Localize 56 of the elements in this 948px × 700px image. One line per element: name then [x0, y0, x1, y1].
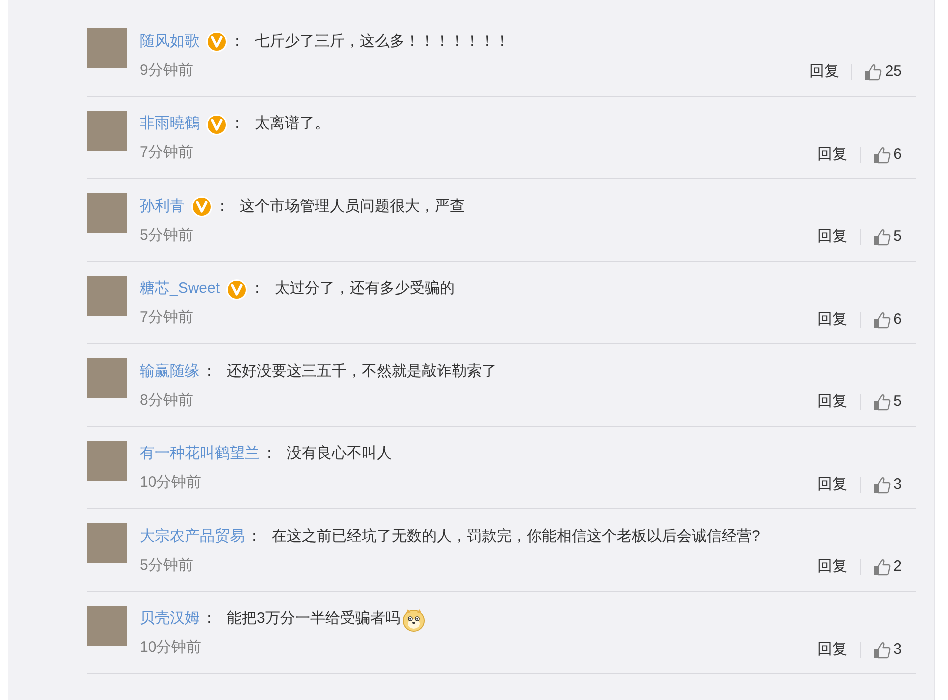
like-button[interactable]: 5 [872, 226, 902, 248]
comment-text: 七斤少了三斤，这么多！！！！！！！ [255, 32, 510, 52]
like-button[interactable]: 2 [872, 556, 902, 578]
like-button[interactable]: 3 [872, 474, 902, 496]
timestamp: 10分钟前 [140, 473, 202, 493]
like-button[interactable]: 5 [872, 391, 902, 414]
colon-text: ： [262, 444, 277, 464]
comment-text: 能把3万分一半给受骗者吗 [227, 609, 400, 630]
avatar-photo-placeholder[interactable] [87, 358, 127, 398]
reply-button[interactable]: 回复 [809, 61, 840, 84]
comment-text: 还好没要这三五千，不然就是敲诈勒索了 [227, 362, 497, 382]
avatar-photo-placeholder[interactable] [87, 276, 127, 316]
timestamp: 7分钟前 [140, 143, 194, 163]
comment-text: 这个市场管理人员问题很大，严查 [240, 196, 465, 217]
thumbs-up-icon [872, 558, 891, 576]
timestamp: 5分钟前 [140, 556, 194, 576]
thumbs-up-icon [872, 640, 891, 659]
colon-text: ： [250, 279, 266, 300]
reply-button[interactable]: 回复 [818, 144, 848, 166]
comment-text: 太过分了，还有多少受骗的 [275, 279, 456, 300]
timestamp: 9分钟前 [140, 60, 194, 80]
colon-text: ： [202, 362, 217, 382]
reply-button[interactable]: 回复 [818, 556, 848, 578]
colon-text: ： [215, 196, 230, 217]
like-button[interactable]: 6 [872, 144, 902, 166]
timestamp: 8分钟前 [140, 390, 194, 410]
thumbs-up-icon [872, 476, 891, 494]
comment-text: 没有良心不叫人 [287, 444, 392, 464]
colon-text: ： [230, 114, 245, 134]
reply-button[interactable]: 回复 [818, 308, 848, 331]
thumbs-up-icon [872, 146, 891, 164]
colon-text: ： [202, 609, 217, 630]
timestamp: 7分钟前 [140, 308, 194, 328]
reply-button[interactable]: 回复 [818, 226, 848, 248]
avatar-photo-placeholder[interactable] [87, 193, 127, 233]
like-button[interactable]: 3 [872, 638, 902, 661]
thumbs-up-icon [872, 393, 891, 412]
thumbs-up-icon [864, 63, 882, 82]
thumbs-up-icon [872, 310, 891, 329]
like-button[interactable]: 6 [872, 308, 902, 331]
colon-text: ： [247, 526, 262, 547]
timestamp: 5分钟前 [140, 226, 194, 246]
avatar-photo-placeholder[interactable] [87, 523, 127, 563]
reply-button[interactable]: 回复 [818, 638, 848, 661]
thumbs-up-icon [872, 228, 891, 246]
like-button[interactable]: 25 [864, 61, 902, 84]
colon-text: ： [230, 32, 245, 52]
comment-text: 太离谱了。 [255, 114, 330, 134]
reply-button[interactable]: 回复 [818, 391, 848, 414]
timestamp: 10分钟前 [140, 638, 202, 658]
avatar-photo-placeholder[interactable] [87, 606, 127, 646]
reply-button[interactable]: 回复 [818, 474, 848, 496]
avatar-photo-placeholder[interactable] [87, 110, 127, 150]
avatar-photo-placeholder[interactable] [87, 28, 127, 68]
avatar-photo-placeholder[interactable] [87, 440, 127, 480]
comment-text: 在这之前已经坑了无数的人，罚款完，你能相信这个老板以后会诚信经营? [272, 526, 760, 547]
